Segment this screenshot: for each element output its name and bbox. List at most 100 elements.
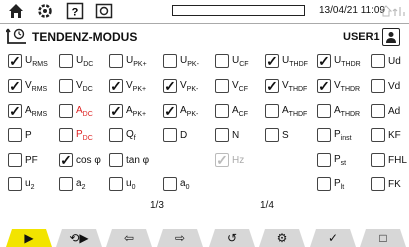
param-upk-[interactable]: UPK+ [109,52,147,70]
svg-text:?: ? [72,7,79,19]
param-u2[interactable]: u2 [8,175,34,193]
param-ad[interactable]: Ad [371,102,400,120]
confirm-button[interactable]: ✓ [310,229,356,247]
param-p[interactable]: P [8,126,32,144]
param-vcf[interactable]: VCF [215,77,248,95]
checkbox[interactable] [215,104,229,118]
param-vd[interactable]: Vd [371,77,400,95]
param-pinst[interactable]: Pinst [317,126,352,144]
checkbox[interactable] [59,104,73,118]
checkbox[interactable] [265,128,279,142]
checkbox[interactable] [109,104,123,118]
checkbox[interactable] [371,54,385,68]
camera-icon[interactable] [94,1,114,21]
import-button[interactable]: ⇨ [157,229,203,247]
param-uthdr[interactable]: UTHDR [317,52,361,70]
checkbox[interactable] [371,153,385,167]
checkbox[interactable] [8,128,22,142]
param-apk-[interactable]: APK+ [109,102,146,120]
checkbox[interactable] [317,54,331,68]
checkbox[interactable] [109,177,123,191]
play-button[interactable]: ▶ [6,229,52,247]
param-a0[interactable]: a0 [163,175,189,193]
checkbox[interactable] [8,177,22,191]
checkbox[interactable] [109,128,123,142]
checkbox[interactable] [163,54,177,68]
checkbox[interactable] [317,104,331,118]
checkbox[interactable] [317,177,331,191]
checkbox[interactable] [59,128,73,142]
param-plt[interactable]: Plt [317,175,344,193]
checkbox[interactable] [215,79,229,93]
param-pst[interactable]: Pst [317,151,346,169]
home-icon[interactable] [6,1,26,21]
export-button[interactable]: ⇦ [106,229,152,247]
checkbox[interactable] [371,177,385,191]
param-vrms[interactable]: VRMS [8,77,47,95]
checkbox[interactable] [109,153,123,167]
checkbox[interactable] [163,177,177,191]
checkbox[interactable] [59,54,73,68]
param-uthdf[interactable]: UTHDF [265,52,308,70]
param-acf[interactable]: ACF [215,102,248,120]
param-vpk-[interactable]: VPK+ [109,77,146,95]
param-arms[interactable]: ARMS [8,102,47,120]
param-a2[interactable]: a2 [59,175,85,193]
settings-icon[interactable] [35,1,55,21]
param-cos-[interactable]: cos φ [59,151,101,169]
checkbox[interactable] [163,79,177,93]
param-fk[interactable]: FK [371,175,401,193]
checkbox[interactable] [109,79,123,93]
param-qf[interactable]: Qf [109,126,136,144]
checkbox[interactable] [317,79,331,93]
param-fhl[interactable]: FHL [371,151,407,169]
checkbox[interactable] [371,128,385,142]
checkbox[interactable] [59,153,73,167]
trend-list-button[interactable]: ↺ [209,229,255,247]
checkbox[interactable] [8,79,22,93]
trend-config-button[interactable]: ⚙ [259,229,305,247]
checkbox[interactable] [8,153,22,167]
param-athdr[interactable]: ATHDR [317,102,360,120]
checkbox[interactable] [265,54,279,68]
param-vthdr[interactable]: VTHDR [317,77,360,95]
param-adc[interactable]: ADC [59,102,93,120]
param-udc[interactable]: UDC [59,52,93,70]
checkbox[interactable] [265,79,279,93]
param-athdf[interactable]: ATHDF [265,102,307,120]
param-tan-[interactable]: tan φ [109,151,149,169]
trend-play-button[interactable]: ⟲▶ [56,229,102,247]
param-apk-[interactable]: APK- [163,102,198,120]
checkbox[interactable] [371,104,385,118]
checkbox[interactable] [59,79,73,93]
param-urms[interactable]: URMS [8,52,48,70]
checkbox[interactable] [215,54,229,68]
checkbox[interactable] [163,104,177,118]
checkbox[interactable] [371,79,385,93]
param-ucf[interactable]: UCF [215,52,249,70]
stop-button[interactable]: □ [360,229,406,247]
checkbox[interactable] [8,104,22,118]
param-pf[interactable]: PF [8,151,38,169]
checkbox[interactable] [265,104,279,118]
param-vthdf[interactable]: VTHDF [265,77,307,95]
user-icon[interactable] [382,28,400,46]
checkbox[interactable] [215,128,229,142]
checkbox[interactable] [317,153,331,167]
checkbox[interactable] [163,128,177,142]
param-kf[interactable]: KF [371,126,401,144]
param-pdc[interactable]: PDC [59,126,93,144]
param-ud[interactable]: Ud [371,52,401,70]
param-s[interactable]: S [265,126,289,144]
checkbox[interactable] [59,177,73,191]
param-vdc[interactable]: VDC [59,77,93,95]
checkbox[interactable] [109,54,123,68]
checkbox[interactable] [8,54,22,68]
checkbox[interactable] [317,128,331,142]
param-vpk-[interactable]: VPK- [163,77,198,95]
help-icon[interactable]: ? [65,1,85,21]
param-upk-[interactable]: UPK- [163,52,199,70]
param-u0[interactable]: u0 [109,175,135,193]
param-d[interactable]: D [163,126,187,144]
param-n[interactable]: N [215,126,239,144]
